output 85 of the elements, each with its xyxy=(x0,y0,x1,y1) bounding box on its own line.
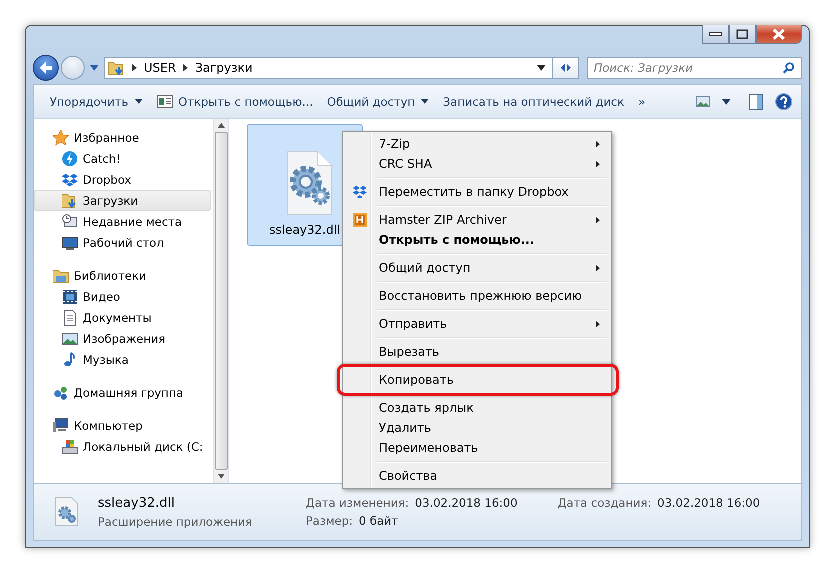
file-name: ssleay32.dll xyxy=(98,496,176,510)
address-bar[interactable]: USER Загрузки xyxy=(104,56,553,78)
close-button[interactable] xyxy=(756,25,802,44)
folder-icon xyxy=(108,60,126,76)
lightning-icon xyxy=(62,150,78,166)
sidebar-item[interactable]: Недавние места xyxy=(34,211,211,232)
dll-file-icon xyxy=(54,497,80,527)
breadcrumb-arrow-icon[interactable] xyxy=(132,64,137,72)
view-icon[interactable] xyxy=(696,96,710,107)
letter-h-icon xyxy=(353,213,367,227)
status-value: 03.02.2018 16:00 xyxy=(658,496,760,510)
star-icon xyxy=(53,130,69,146)
sidebar-item[interactable]: Рабочий стол xyxy=(34,232,211,253)
help-icon[interactable] xyxy=(775,92,793,110)
status-value: 0 байт xyxy=(359,514,398,528)
minimize-button[interactable] xyxy=(702,25,729,44)
status-value: 03.02.2018 16:00 xyxy=(415,496,518,510)
submenu-arrow-icon xyxy=(596,264,600,272)
app-window-icon xyxy=(156,95,173,108)
download-folder-icon xyxy=(62,192,78,208)
toolbar-button[interactable]: Открыть с помощью... xyxy=(150,92,320,112)
breadcrumb[interactable]: Загрузки xyxy=(195,60,253,74)
menu-item[interactable]: Отправить xyxy=(345,314,609,334)
menu-item[interactable]: Создать ярлык xyxy=(345,398,609,418)
dropdown-arrow-icon xyxy=(134,99,143,104)
submenu-arrow-icon xyxy=(596,140,600,148)
menu-item[interactable]: Копировать xyxy=(337,364,619,396)
document-icon xyxy=(62,310,78,326)
status-label: Дата создания: xyxy=(558,496,652,510)
close-icon xyxy=(772,28,786,40)
sidebar-item[interactable]: Музыка xyxy=(34,349,211,370)
sidebar-item[interactable]: Компьютер xyxy=(34,415,211,436)
sidebar-item[interactable]: Документы xyxy=(34,307,211,328)
sidebar-item[interactable]: Изображения xyxy=(34,328,211,349)
file-type: Расширение приложения xyxy=(98,514,254,528)
maximize-button[interactable] xyxy=(729,25,756,44)
desktop-icon xyxy=(62,234,78,250)
menu-item[interactable]: Восстановить прежнюю версию xyxy=(345,286,609,306)
submenu-arrow-icon xyxy=(596,216,600,224)
menu-item[interactable]: Свойства xyxy=(345,466,609,486)
maximize-icon xyxy=(736,28,750,40)
submenu-arrow-icon xyxy=(596,320,600,328)
computer-icon xyxy=(53,418,69,434)
drive-icon xyxy=(62,438,78,454)
menu-item[interactable]: Удалить xyxy=(345,418,609,438)
toolbar-button[interactable]: Записать на оптический диск xyxy=(437,92,630,112)
library-folder-icon xyxy=(53,268,69,284)
back-button[interactable] xyxy=(33,54,59,80)
recent-places-icon xyxy=(62,214,78,230)
scroll-up-icon[interactable] xyxy=(218,123,224,128)
refresh-button[interactable] xyxy=(553,56,579,78)
sidebar-item[interactable]: Домашняя группа xyxy=(34,382,211,403)
dropdown-arrow-icon[interactable] xyxy=(537,64,546,70)
minimize-icon xyxy=(708,30,722,38)
dropbox-icon xyxy=(62,172,78,188)
sidebar-item[interactable]: Видео xyxy=(34,286,211,307)
menu-item[interactable]: Общий доступ xyxy=(345,258,609,278)
status-label: Дата изменения: xyxy=(306,496,410,510)
toolbar-button[interactable]: Упорядочить xyxy=(44,92,149,112)
film-icon xyxy=(62,288,78,304)
dropdown-arrow-icon[interactable] xyxy=(722,98,731,104)
breadcrumb-arrow-icon[interactable] xyxy=(183,64,188,72)
music-note-icon xyxy=(62,352,78,368)
sidebar-item[interactable]: Избранное xyxy=(34,127,211,148)
sidebar-item[interactable]: Библиотеки xyxy=(34,265,211,286)
dropbox-icon xyxy=(353,186,367,198)
dropdown-arrow-icon xyxy=(421,99,430,104)
search-icon xyxy=(783,62,795,74)
scroll-down-icon[interactable] xyxy=(218,474,224,479)
sidebar-item[interactable]: Локальный диск (C: xyxy=(34,436,211,457)
picture-icon xyxy=(62,330,78,346)
sidebar-item[interactable]: Загрузки xyxy=(34,190,211,211)
status-label: Размер: xyxy=(306,514,354,528)
history-dropdown-icon[interactable] xyxy=(90,64,99,70)
sidebar-item[interactable]: Catch! xyxy=(34,148,211,169)
menu-item[interactable]: Вырезать xyxy=(345,342,609,362)
toolbar-button[interactable]: Общий доступ xyxy=(321,92,436,112)
breadcrumb[interactable]: USER xyxy=(144,60,176,74)
toolbar-button[interactable]: » xyxy=(632,92,652,112)
submenu-arrow-icon xyxy=(596,160,600,168)
sidebar-item[interactable]: Dropbox xyxy=(34,169,211,190)
network-icon xyxy=(53,384,69,400)
preview-pane-icon[interactable] xyxy=(749,94,763,110)
menu-item[interactable]: Переименовать xyxy=(345,438,609,458)
search-field[interactable]: Поиск: Загрузки xyxy=(587,56,802,78)
